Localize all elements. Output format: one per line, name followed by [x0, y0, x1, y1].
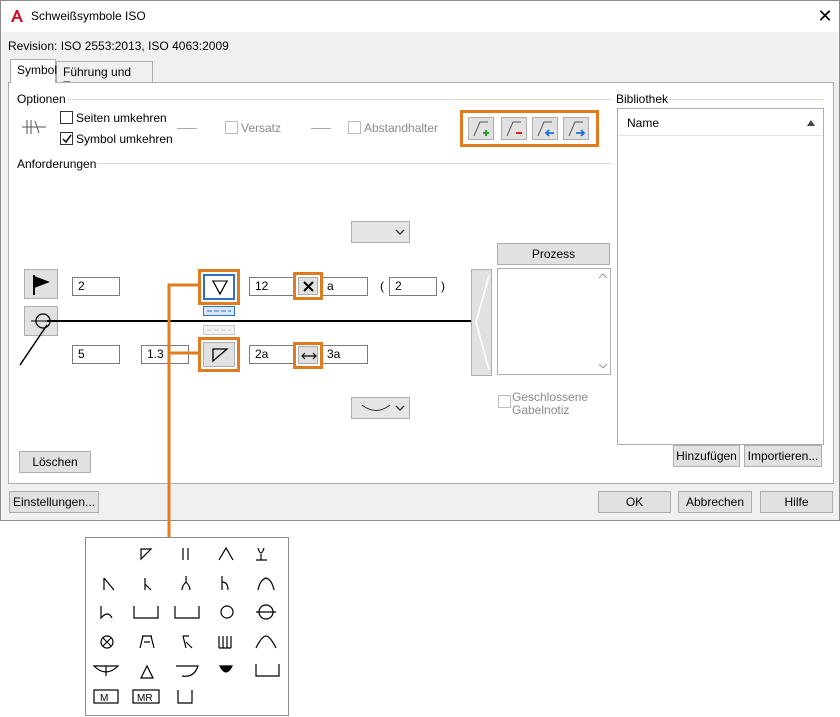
- double-arrow-icon: [301, 352, 317, 360]
- top-multiply-button[interactable]: [298, 277, 318, 295]
- flip-preview-icon: [22, 120, 46, 134]
- bottom-length-field[interactable]: 3a: [321, 345, 368, 364]
- library-import-button[interactable]: Importieren...: [744, 445, 822, 467]
- multiply-x-icon: [303, 281, 314, 292]
- window-title: Schweißsymbole ISO: [31, 9, 146, 23]
- closed-fork-label-1: Geschlossene: [512, 390, 589, 404]
- arrow-right-leader-icon: [568, 121, 586, 137]
- flip-symbol-label: Symbol umkehren: [76, 132, 173, 146]
- closed-fork-label-2: Gabelnotiz: [512, 403, 570, 417]
- add-process-button[interactable]: Prozess hinzufügen...: [497, 243, 610, 281]
- chevron-down-icon: [395, 229, 405, 235]
- checkmark-icon: [62, 134, 72, 144]
- flip-sides-checkbox[interactable]: [60, 111, 73, 124]
- library-list[interactable]: Name: [617, 108, 824, 445]
- cancel-button[interactable]: Abbrechen: [678, 491, 752, 513]
- tail-button[interactable]: [471, 269, 492, 376]
- spacer-label: Abstandhalter: [364, 121, 439, 135]
- process-list[interactable]: [497, 268, 611, 375]
- offset-checkbox[interactable]: [225, 121, 238, 134]
- leader-right-button[interactable]: [563, 117, 589, 140]
- library-add-button[interactable]: Hinzufügen: [673, 445, 740, 467]
- remove-leader-icon: [506, 121, 522, 137]
- sort-ascending-icon[interactable]: [806, 119, 816, 127]
- concave-contour-icon: [361, 404, 391, 411]
- revision-label: Revision: ISO 2553:2013, ISO 4063:2009: [8, 39, 229, 53]
- spacer-dash: [311, 128, 331, 129]
- offset-label: Versatz: [241, 121, 282, 135]
- top-size-field[interactable]: 12: [249, 277, 294, 296]
- flip-sides-label: Seiten umkehren: [76, 111, 167, 125]
- m-symbol-text: M: [100, 693, 108, 704]
- library-column-name: Name: [627, 116, 660, 130]
- close-icon[interactable]: ✕: [813, 5, 837, 27]
- help-button[interactable]: Hilfe: [760, 491, 833, 513]
- tab-symbol-label: Symbol: [17, 63, 58, 77]
- top-count-field[interactable]: 2: [389, 277, 437, 296]
- flip-symbol-checkbox[interactable]: [60, 132, 73, 145]
- requirements-section-label: Anforderungen: [17, 157, 97, 171]
- bottom-contour-dropdown[interactable]: [351, 397, 410, 419]
- library-separator: [666, 99, 824, 100]
- settings-button[interactable]: Einstellungen...: [9, 491, 99, 513]
- options-separator: [67, 99, 611, 100]
- bottom-prefix-field[interactable]: 5: [72, 345, 120, 364]
- v-groove-weld-icon: [212, 280, 228, 296]
- mr-symbol-text: MR: [137, 693, 153, 704]
- top-close-paren: ): [441, 279, 445, 293]
- title-bar: Schweißsymbole ISO ✕: [1, 1, 839, 32]
- top-prefix-field[interactable]: 2: [72, 277, 120, 296]
- remove-leader-button[interactable]: [501, 117, 527, 140]
- closed-fork-checkbox[interactable]: [498, 395, 511, 408]
- add-leader-button[interactable]: [468, 117, 494, 140]
- offset-dash: [177, 128, 197, 129]
- bottom-size-field[interactable]: 2a: [249, 345, 294, 364]
- fillet-weld-icon: [212, 348, 229, 363]
- options-section-label: Optionen: [17, 92, 66, 106]
- clear-button[interactable]: Löschen: [19, 451, 91, 473]
- field-weld-flag-button[interactable]: [24, 269, 58, 299]
- bottom-stagger-button[interactable]: [298, 346, 318, 364]
- callout-connector: [167, 283, 200, 538]
- top-contour-dropdown[interactable]: [351, 221, 410, 243]
- tab-symbol[interactable]: Symbol: [10, 59, 58, 83]
- palette-symbols: M MR: [92, 546, 280, 704]
- ok-button[interactable]: OK: [598, 491, 671, 513]
- requirements-separator: [97, 163, 611, 164]
- tab-leader-and-text[interactable]: Führung und Text: [56, 61, 153, 93]
- weld-symbols-dialog: Schweißsymbole ISO ✕ Revision: ISO 2553:…: [0, 0, 840, 521]
- weld-symbol-palette: M MR: [85, 537, 289, 716]
- scroll-up-icon[interactable]: [598, 272, 608, 280]
- chevron-down-icon: [395, 405, 405, 411]
- arrow-left-leader-icon: [537, 121, 554, 137]
- add-leader-icon: [473, 121, 489, 137]
- flag-icon: [33, 275, 50, 295]
- scroll-down-icon[interactable]: [598, 362, 608, 370]
- app-logo-icon: [11, 10, 23, 22]
- leader-left-button[interactable]: [532, 117, 558, 140]
- top-length-field[interactable]: a: [321, 277, 368, 296]
- tail-fork-icon: [475, 275, 490, 371]
- library-header[interactable]: Name: [618, 109, 823, 136]
- top-open-paren: (: [380, 279, 384, 293]
- spacer-checkbox[interactable]: [348, 121, 361, 134]
- library-section-label: Bibliothek: [616, 92, 669, 106]
